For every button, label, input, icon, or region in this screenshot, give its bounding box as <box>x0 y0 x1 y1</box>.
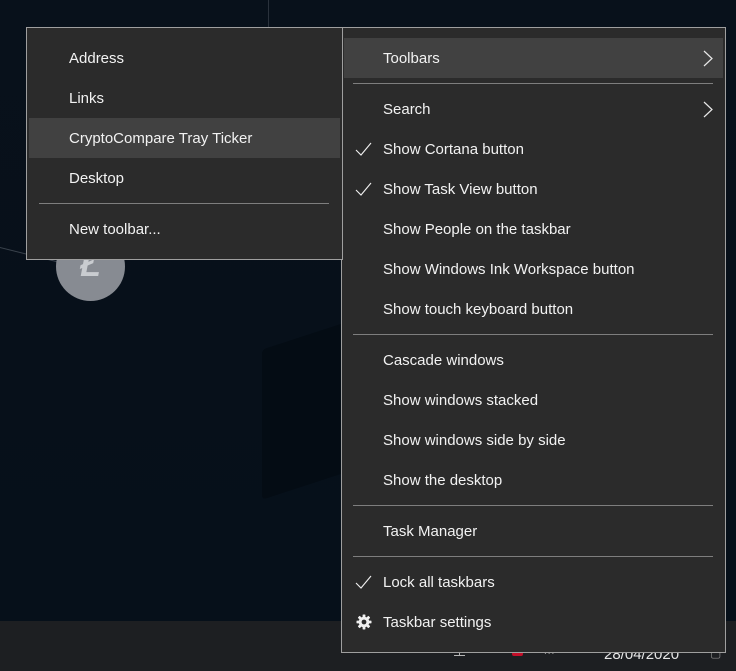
check-icon <box>355 182 372 196</box>
toolbars-submenu: Address Links CryptoCompare Tray Ticker … <box>26 27 343 260</box>
menu-item-label: Search <box>383 100 431 118</box>
menu-item-label: Show windows stacked <box>383 391 539 409</box>
submenu-item-new-toolbar[interactable]: New toolbar... <box>29 209 340 249</box>
submenu-item-address[interactable]: Address <box>29 38 340 78</box>
menu-item-label: Show windows side by side <box>383 431 566 449</box>
check-icon <box>355 142 372 156</box>
menu-item-label: Task Manager <box>383 522 478 540</box>
menu-item-cascade-windows[interactable]: Cascade windows <box>344 340 723 380</box>
menu-separator <box>344 329 723 340</box>
taskbar-context-menu: Toolbars Search Show Cortana button Show… <box>341 27 726 653</box>
menu-item-label: Show People on the taskbar <box>383 220 571 238</box>
submenu-item-desktop[interactable]: Desktop <box>29 158 340 198</box>
menu-item-show-task-view-button[interactable]: Show Task View button <box>344 169 723 209</box>
menu-item-show-the-desktop[interactable]: Show the desktop <box>344 460 723 500</box>
menu-separator <box>29 198 340 209</box>
menu-item-search[interactable]: Search <box>344 89 723 129</box>
menu-separator <box>344 551 723 562</box>
menu-item-show-touch-keyboard[interactable]: Show touch keyboard button <box>344 289 723 329</box>
menu-item-label: Show Cortana button <box>383 140 524 158</box>
menu-item-label: Cascade windows <box>383 351 504 369</box>
menu-item-label: New toolbar... <box>69 220 161 238</box>
menu-separator <box>344 78 723 89</box>
menu-item-show-windows-stacked[interactable]: Show windows stacked <box>344 380 723 420</box>
menu-item-label: Desktop <box>69 169 125 187</box>
menu-item-label: Show touch keyboard button <box>383 300 574 318</box>
wallpaper-line <box>268 0 269 27</box>
submenu-item-links[interactable]: Links <box>29 78 340 118</box>
menu-item-label: Links <box>69 89 105 107</box>
menu-item-label: Taskbar settings <box>383 613 492 631</box>
menu-item-lock-all-taskbars[interactable]: Lock all taskbars <box>344 562 723 602</box>
menu-item-label: Lock all taskbars <box>383 573 495 591</box>
chevron-right-icon <box>703 50 713 67</box>
chevron-right-icon <box>703 101 713 118</box>
menu-item-label: CryptoCompare Tray Ticker <box>69 129 253 147</box>
submenu-item-cryptocompare-tray-ticker[interactable]: CryptoCompare Tray Ticker <box>29 118 340 158</box>
menu-item-label: Show Task View button <box>383 180 538 198</box>
menu-item-show-windows-ink[interactable]: Show Windows Ink Workspace button <box>344 249 723 289</box>
menu-item-task-manager[interactable]: Task Manager <box>344 511 723 551</box>
menu-item-show-cortana-button[interactable]: Show Cortana button <box>344 129 723 169</box>
menu-item-show-people[interactable]: Show People on the taskbar <box>344 209 723 249</box>
menu-item-toolbars[interactable]: Toolbars <box>344 38 723 78</box>
menu-item-label: Show the desktop <box>383 471 503 489</box>
gear-icon <box>356 614 372 630</box>
menu-separator <box>344 500 723 511</box>
menu-item-show-windows-side-by-side[interactable]: Show windows side by side <box>344 420 723 460</box>
menu-item-taskbar-settings[interactable]: Taskbar settings <box>344 602 723 642</box>
menu-item-label: Address <box>69 49 125 67</box>
menu-item-label: Toolbars <box>383 49 440 67</box>
menu-item-label: Show Windows Ink Workspace button <box>383 260 635 278</box>
check-icon <box>355 575 372 589</box>
wallpaper-shape <box>262 320 352 500</box>
